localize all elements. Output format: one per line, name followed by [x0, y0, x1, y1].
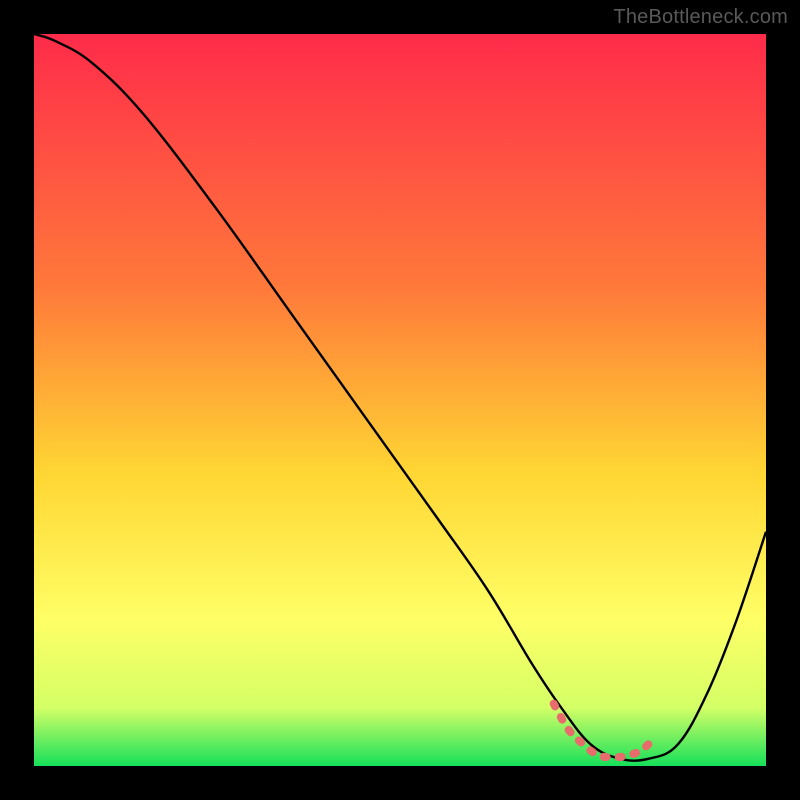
gradient-background — [34, 34, 766, 766]
chart-svg — [34, 34, 766, 766]
credit-text: TheBottleneck.com — [613, 6, 788, 29]
plot-area — [34, 34, 766, 766]
